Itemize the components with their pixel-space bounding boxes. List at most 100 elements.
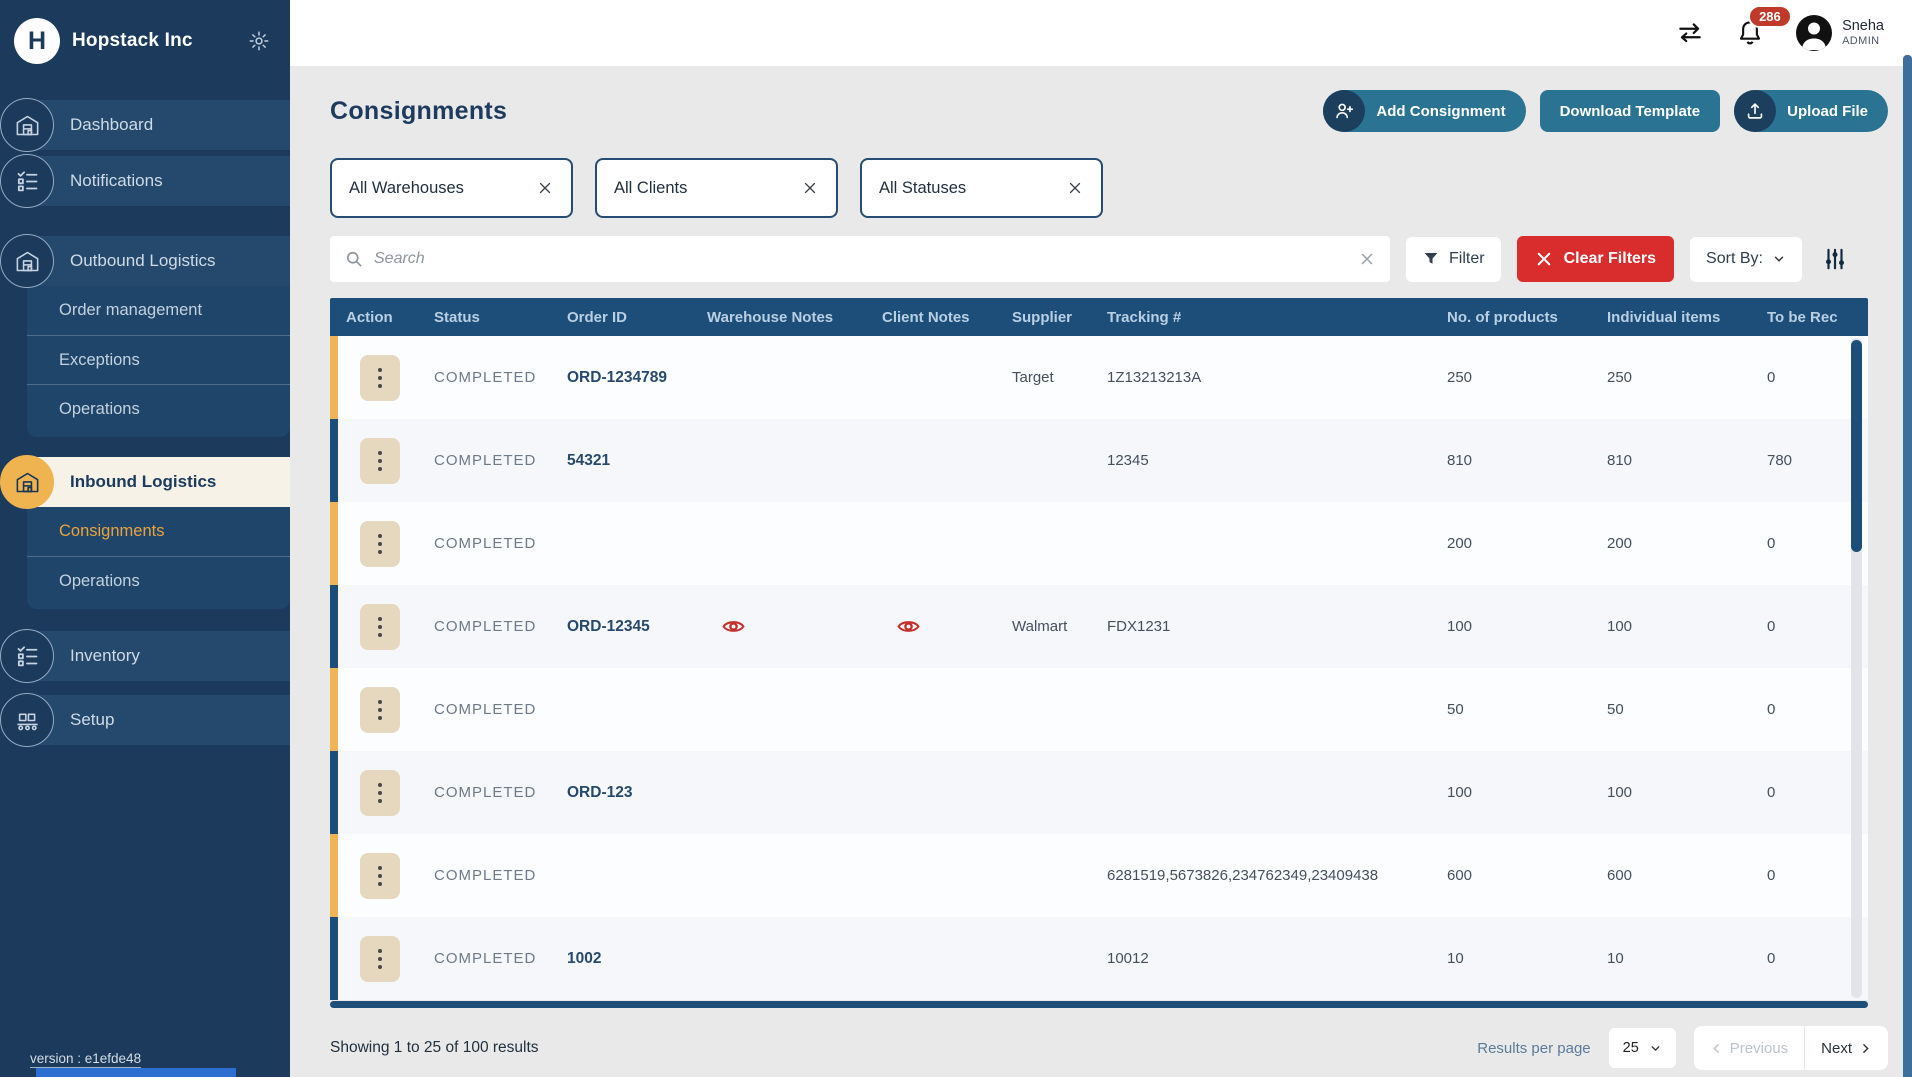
sidebar-item-dashboard[interactable]: Dashboard (27, 100, 290, 150)
sliders-icon[interactable] (1822, 246, 1848, 272)
page-actions: Add Consignment Download Template Upload F… (1323, 90, 1888, 132)
header-strip-spacer (330, 298, 338, 336)
cell-order-id: ORD-123 (559, 784, 699, 802)
filter-chip-all-clients[interactable]: All Clients (595, 158, 838, 218)
cell-status: COMPLETED (426, 452, 559, 469)
sidebar-subitem-operations[interactable]: Operations (27, 556, 290, 605)
cell-individual-items: 810 (1599, 452, 1759, 469)
cell-tracking: 12345 (1099, 452, 1439, 469)
search-clear-icon[interactable] (1358, 250, 1376, 268)
sidebar-item-inbound-logistics[interactable]: Inbound Logistics (27, 457, 290, 507)
cell-individual-items: 100 (1599, 784, 1759, 801)
row-actions-kebab-button[interactable] (360, 604, 400, 650)
close-icon[interactable] (1066, 179, 1084, 197)
table-vertical-scrollbar-track[interactable] (1851, 338, 1862, 998)
table-row: COMPLETED10021001210100 (330, 917, 1868, 1000)
row-status-strip (330, 668, 338, 751)
row-actions-kebab-button[interactable] (360, 853, 400, 899)
nav-group-setup: Setup (0, 695, 290, 745)
cell-no-of-products: 250 (1439, 369, 1599, 386)
row-status-strip (330, 834, 338, 917)
filter-chip-all-statuses[interactable]: All Statuses (860, 158, 1103, 218)
cell-no-of-products: 600 (1439, 867, 1599, 884)
sidebar-subitem-exceptions[interactable]: Exceptions (27, 335, 290, 384)
download-template-button[interactable]: Download Template (1540, 90, 1721, 132)
search-icon (344, 249, 364, 269)
row-actions-kebab-button[interactable] (360, 687, 400, 733)
cell-to-be-received: 0 (1759, 369, 1854, 386)
row-status-strip (330, 751, 338, 834)
table-vertical-scrollbar-thumb[interactable] (1851, 340, 1862, 552)
table-horizontal-scrollbar[interactable] (330, 1001, 1868, 1008)
sidebar-item-notifications[interactable]: Notifications (27, 156, 290, 206)
user-name: Sneha (1842, 17, 1884, 35)
gear-icon[interactable] (248, 30, 270, 52)
column-header-individual-items: Individual items (1599, 309, 1759, 326)
nav-group-inbound-logistics: Inbound LogisticsConsignmentsOperations (0, 457, 290, 609)
row-status-strip (330, 336, 338, 419)
page-scrollbar[interactable] (1903, 55, 1912, 1077)
sidebar-subitem-operations[interactable]: Operations (27, 384, 290, 433)
row-status-strip (330, 419, 338, 502)
sidebar-subitem-order-management[interactable]: Order management (27, 286, 290, 335)
table-header-row: ActionStatusOrder IDWarehouse NotesClien… (330, 298, 1868, 336)
warehouse-icon (0, 234, 54, 288)
table-row: COMPLETEDORD-1231001000 (330, 751, 1868, 834)
eye-icon[interactable] (721, 614, 746, 639)
sort-by-dropdown[interactable]: Sort By: (1690, 237, 1802, 282)
close-icon[interactable] (536, 179, 554, 197)
row-actions-kebab-button[interactable] (360, 355, 400, 401)
filter-chips: All Warehouses All Clients All Statuses (330, 158, 1890, 218)
row-actions-kebab-button[interactable] (360, 438, 400, 484)
row-actions-kebab-button[interactable] (360, 770, 400, 816)
column-header-supplier: Supplier (1004, 309, 1099, 326)
sidebar-item-label: Setup (70, 710, 114, 730)
eye-icon[interactable] (896, 614, 921, 639)
button-label: Upload File (1787, 103, 1868, 120)
filter-chip-all-warehouses[interactable]: All Warehouses (330, 158, 573, 218)
cell-status: COMPLETED (426, 369, 559, 386)
cell-to-be-received: 0 (1759, 784, 1854, 801)
sidebar-item-setup[interactable]: Setup (27, 695, 290, 745)
page-size-dropdown[interactable]: 25 (1609, 1028, 1676, 1068)
results-per-page-label: Results per page (1477, 1040, 1590, 1057)
search-input[interactable] (374, 250, 1348, 268)
upload-file-button[interactable]: Upload File (1734, 90, 1888, 132)
cell-individual-items: 600 (1599, 867, 1759, 884)
cell-no-of-products: 50 (1439, 701, 1599, 718)
cell-no-of-products: 100 (1439, 784, 1599, 801)
brand-name: Hopstack Inc (72, 30, 248, 52)
checklist-icon (0, 154, 54, 208)
user-menu[interactable]: Sneha ADMIN (1795, 14, 1884, 52)
conveyor-icon (0, 693, 54, 747)
cell-warehouse-notes (699, 614, 874, 639)
sidebar-subitem-consignments[interactable]: Consignments (27, 507, 290, 556)
button-label: Download Template (1560, 103, 1701, 120)
cell-no-of-products: 810 (1439, 452, 1599, 469)
swap-arrows-icon[interactable] (1675, 20, 1705, 46)
sidebar-item-outbound-logistics[interactable]: Outbound Logistics (27, 236, 290, 286)
version-selection-highlight (36, 1068, 236, 1077)
row-status-strip (330, 585, 338, 668)
cell-status: COMPLETED (426, 867, 559, 884)
row-actions-kebab-button[interactable] (360, 521, 400, 567)
cell-order-id: 1002 (559, 950, 699, 968)
clear-filters-button[interactable]: Clear Filters (1517, 236, 1674, 282)
cell-supplier: Walmart (1004, 618, 1099, 635)
filter-button[interactable]: Filter (1406, 237, 1501, 282)
notifications-bell[interactable]: 286 (1735, 18, 1765, 48)
table-row: COMPLETED6281519,5673826,234762349,23409… (330, 834, 1868, 917)
cell-action (338, 521, 426, 567)
cell-tracking: 10012 (1099, 950, 1439, 967)
cell-tracking: 1Z13213213A (1099, 369, 1439, 386)
warehouse-icon (0, 98, 54, 152)
previous-page-button[interactable]: Previous (1694, 1026, 1804, 1070)
close-icon[interactable] (801, 179, 819, 197)
hopstack-logo: H (14, 18, 60, 64)
cell-supplier: Target (1004, 369, 1099, 386)
row-actions-kebab-button[interactable] (360, 936, 400, 982)
add-consignment-button[interactable]: Add Consignment (1323, 90, 1525, 132)
next-page-button[interactable]: Next (1804, 1026, 1888, 1070)
sidebar-item-inventory[interactable]: Inventory (27, 631, 290, 681)
chevron-down-icon (1772, 252, 1786, 266)
